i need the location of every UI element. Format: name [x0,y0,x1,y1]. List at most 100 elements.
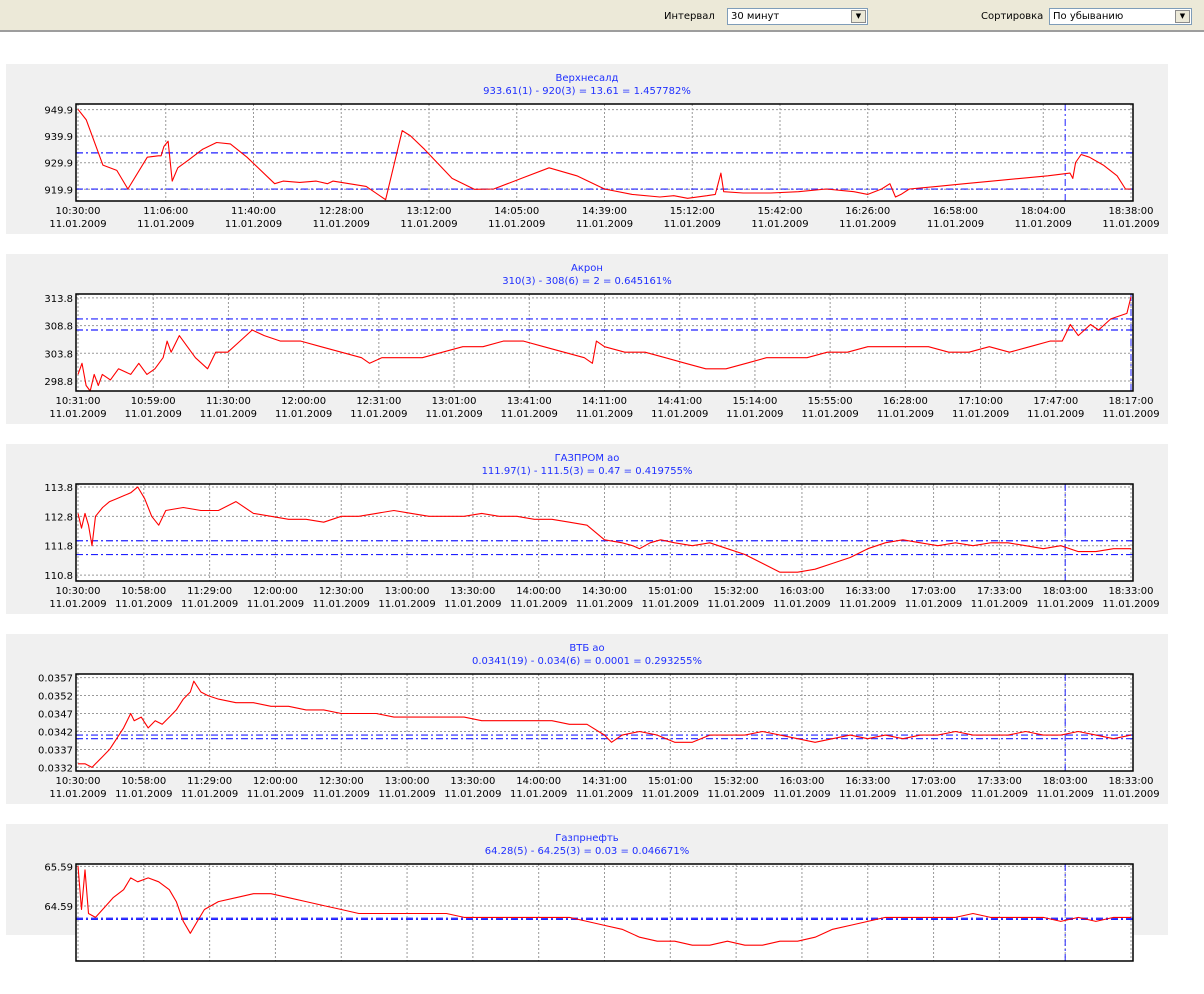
x-tick-label: 14:30:00 [582,586,627,597]
x-tick-label: 12:00:00 [253,776,298,787]
interval-select[interactable]: 30 минут ▼ [727,8,868,25]
x-tick-date: 11.01.2009 [115,789,172,800]
x-tick-date: 11.01.2009 [313,789,370,800]
x-tick-label: 16:03:00 [779,586,824,597]
x-tick-date: 11.01.2009 [576,789,633,800]
x-tick-date: 11.01.2009 [181,599,238,610]
y-tick-label: 0.0352 [38,692,73,703]
x-tick-label: 11:06:00 [143,206,188,217]
y-tick-label: 308.8 [44,322,73,333]
x-tick-date: 11.01.2009 [488,219,545,230]
sort-value: По убыванию [1053,11,1124,22]
x-tick-label: 13:00:00 [385,586,430,597]
x-tick-date: 11.01.2009 [1027,409,1084,420]
x-tick-date: 11.01.2009 [115,599,172,610]
x-tick-date: 11.01.2009 [707,599,764,610]
x-tick-label: 18:04:00 [1021,206,1066,217]
x-tick-label: 14:11:00 [582,396,627,407]
x-tick-date: 11.01.2009 [49,599,106,610]
chevron-down-icon[interactable]: ▼ [1175,10,1190,23]
x-tick-label: 10:59:00 [131,396,176,407]
x-tick-label: 18:33:00 [1109,586,1154,597]
x-tick-date: 11.01.2009 [664,219,721,230]
x-tick-label: 14:39:00 [582,206,627,217]
x-tick-label: 11:30:00 [206,396,251,407]
x-tick-date: 11.01.2009 [773,789,830,800]
x-tick-label: 12:31:00 [356,396,401,407]
y-tick-label: 110.8 [44,571,73,582]
x-tick-date: 11.01.2009 [877,409,934,420]
x-tick-label: 11:29:00 [187,776,232,787]
y-tick-label: 303.8 [44,349,73,360]
x-tick-label: 18:03:00 [1043,586,1088,597]
x-tick-label: 17:33:00 [977,586,1022,597]
x-tick-date: 11.01.2009 [773,599,830,610]
x-tick-label: 10:31:00 [56,396,101,407]
interval-value: 30 минут [731,11,780,22]
x-tick-date: 11.01.2009 [225,219,282,230]
x-tick-date: 11.01.2009 [707,789,764,800]
x-tick-date: 11.01.2009 [400,219,457,230]
x-tick-date: 11.01.2009 [839,789,896,800]
x-tick-label: 13:00:00 [385,776,430,787]
x-tick-label: 15:12:00 [670,206,715,217]
x-tick-label: 13:12:00 [407,206,452,217]
x-tick-label: 11:40:00 [231,206,276,217]
x-tick-label: 15:32:00 [714,586,759,597]
x-tick-date: 11.01.2009 [576,599,633,610]
x-tick-date: 11.01.2009 [642,789,699,800]
x-tick-label: 15:01:00 [648,586,693,597]
x-tick-date: 11.01.2009 [444,599,501,610]
x-tick-label: 18:33:00 [1109,776,1154,787]
y-tick-label: 0.0332 [38,763,73,774]
x-tick-label: 10:58:00 [121,776,166,787]
x-tick-label: 16:26:00 [845,206,890,217]
x-tick-label: 12:00:00 [253,586,298,597]
y-tick-label: 313.8 [44,294,73,305]
x-tick-date: 11.01.2009 [726,409,783,420]
x-tick-date: 11.01.2009 [181,789,238,800]
y-tick-label: 64.59 [44,902,73,913]
x-tick-date: 11.01.2009 [510,599,567,610]
x-tick-label: 12:00:00 [281,396,326,407]
x-tick-date: 11.01.2009 [802,409,859,420]
x-tick-label: 17:10:00 [958,396,1003,407]
x-tick-date: 11.01.2009 [1102,219,1159,230]
x-tick-label: 11:29:00 [187,586,232,597]
x-tick-date: 11.01.2009 [313,219,370,230]
x-tick-label: 16:28:00 [883,396,928,407]
x-tick-date: 11.01.2009 [1102,409,1159,420]
x-tick-label: 15:55:00 [808,396,853,407]
chart-plot-vtb: 10:30:00 11.01.2009 10:58:00 11.01.2009 11:2… [38,673,1160,800]
x-tick-date: 11.01.2009 [971,789,1028,800]
x-tick-label: 10:58:00 [121,586,166,597]
x-tick-date: 11.01.2009 [510,789,567,800]
x-tick-date: 11.01.2009 [1102,789,1159,800]
x-tick-date: 11.01.2009 [275,409,332,420]
x-tick-date: 11.01.2009 [350,409,407,420]
x-tick-date: 11.01.2009 [1037,599,1094,610]
y-tick-label: 919.9 [44,185,73,196]
y-tick-label: 0.0337 [38,745,73,756]
sort-select[interactable]: По убыванию ▼ [1049,8,1192,25]
x-tick-date: 11.01.2009 [1015,219,1072,230]
x-tick-date: 11.01.2009 [839,219,896,230]
y-tick-label: 298.8 [44,377,73,388]
toolbar: Интервал 30 минут ▼ Сортировка По убыван… [0,0,1204,32]
y-tick-label: 0.0357 [38,674,73,685]
chart-plot-akron: 10:31:00 11.01.2009 10:59:00 11.01.2009 11:3… [44,293,1160,420]
x-tick-date: 11.01.2009 [378,789,435,800]
x-tick-label: 16:58:00 [933,206,978,217]
x-tick-date: 11.01.2009 [905,599,962,610]
x-tick-label: 18:03:00 [1043,776,1088,787]
chart-plot-gazpromneft: 65.59 64.59 [44,862,1134,962]
x-tick-date: 11.01.2009 [952,409,1009,420]
x-tick-date: 11.01.2009 [49,409,106,420]
x-tick-label: 13:41:00 [507,396,552,407]
x-tick-label: 10:30:00 [56,206,101,217]
x-tick-label: 14:41:00 [657,396,702,407]
chevron-down-icon[interactable]: ▼ [851,10,866,23]
y-tick-label: 113.8 [44,483,73,494]
x-tick-date: 11.01.2009 [642,599,699,610]
y-tick-label: 0.0342 [38,727,73,738]
